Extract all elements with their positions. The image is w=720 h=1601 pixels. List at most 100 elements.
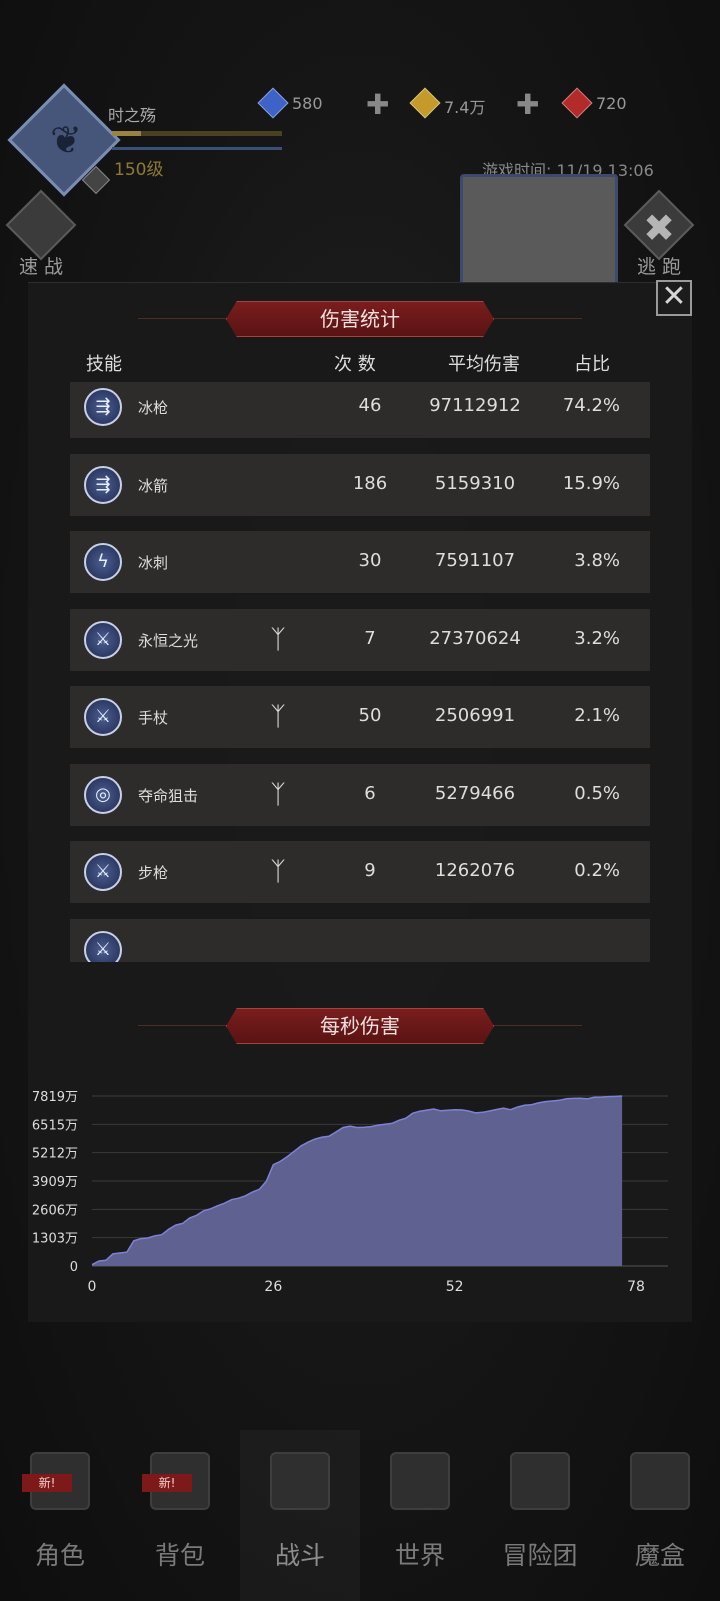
skill-avg-damage: 1262076	[434, 860, 516, 881]
skill-row[interactable]: ⇶ 冰箭 186 5159310 15.9%	[70, 453, 650, 516]
y-tick-label: 5212万	[32, 1147, 78, 1162]
skill-name: 冰枪	[138, 399, 169, 417]
skill-avg-damage: 27370624	[429, 627, 521, 649]
nav-label: 角色	[34, 1541, 85, 1570]
exp-bar-fill	[112, 131, 141, 136]
skill-name: 手杖	[138, 709, 169, 727]
header-skill: 技能	[86, 354, 122, 375]
magic-box-icon	[630, 1452, 690, 1510]
nav-item-magic-box[interactable]: 魔盒	[600, 1430, 720, 1601]
sword-icon	[5, 189, 77, 261]
nav-label: 冒险团	[502, 1541, 578, 1570]
exp-bar	[112, 131, 282, 136]
ice-spear-icon: ⇶	[84, 388, 122, 426]
new-badge: 新!	[142, 1474, 192, 1492]
x-tick-label: 78	[627, 1279, 645, 1295]
target-icon: ◎	[84, 775, 122, 814]
add-blue-gem-button[interactable]: ✚	[366, 88, 389, 121]
y-tick-label: 6515万	[32, 1118, 78, 1133]
y-tick-label: 7819万	[32, 1090, 78, 1105]
dps-title: 每秒伤害	[226, 1008, 494, 1044]
nav-item-world-map[interactable]: 世界	[360, 1430, 480, 1601]
nav-label: 魔盒	[634, 1541, 685, 1570]
dps-chart: 0 1303万 2606万 3909万 5212万 6515万 7819万 0 26 52 78	[32, 1090, 668, 1295]
new-badge: 新!	[22, 1474, 72, 1492]
ice-spike-icon: ϟ	[84, 543, 122, 581]
header-count: 次 数	[334, 354, 376, 375]
bottom-nav: 新! 角色 新! 背包 战斗 世界 冒险团 魔盒	[0, 1430, 720, 1601]
skill-name: 冰箭	[138, 476, 169, 495]
skill-row[interactable]: ⇶ 冰枪 46 97112912 74.2%	[70, 382, 650, 438]
skill-name: 步枪	[138, 864, 169, 882]
skill-row[interactable]: ⚔ 手杖 ᛉ 50 2506991 2.1%	[70, 686, 650, 748]
nav-item-castle[interactable]: 冒险团	[480, 1430, 600, 1601]
add-gold-button[interactable]: ✚	[516, 88, 539, 121]
resource-value: 7.4万	[444, 98, 486, 117]
skill-percentage: 3.8%	[574, 550, 620, 571]
x-tick-label: 26	[264, 1279, 282, 1295]
skill-name: 冰刺	[138, 554, 169, 572]
winged-helm-icon: ᛉ	[270, 624, 286, 655]
skill-row[interactable]: ◎ 夺命狙击 ᛉ 6 5279466 0.5%	[70, 763, 650, 826]
avatar-emblem-icon: ❦	[50, 118, 82, 162]
skill-row[interactable]: ⚔ 步枪 ᛉ 9 1262076 0.2%	[70, 841, 650, 903]
gold-coin-icon	[409, 87, 441, 119]
skill-avg-damage: 7591107	[434, 550, 516, 571]
sword-icon: ⚔	[84, 620, 122, 659]
y-tick-label: 1303万	[32, 1232, 78, 1247]
player-name: 时之殇	[108, 106, 157, 125]
nav-item-character[interactable]: 新! 角色	[0, 1430, 120, 1601]
skill-damage-list[interactable]: ⇶ 冰枪 46 97112912 74.2% ⇶ 冰箭 186 5159310 15.9% ϟ 冰刺 3…	[70, 382, 650, 962]
skill-name: 永恒之光	[138, 631, 199, 650]
blue-gem-icon	[257, 87, 289, 119]
skill-row[interactable]: ⚔ 永恒之光 ᛉ 7 27370624 3.2%	[70, 608, 650, 671]
close-button[interactable]: ✕	[656, 280, 692, 316]
skill-percentage: 0.5%	[574, 782, 620, 804]
player-level: 150级	[114, 160, 164, 180]
skill-percentage: 3.2%	[574, 627, 620, 649]
y-tick-label: 3909万	[32, 1175, 78, 1190]
banner-divider	[138, 1025, 228, 1026]
resource-value: 720	[596, 94, 627, 113]
header-percentage: 占比	[574, 354, 610, 375]
sword-icon: ⚔	[84, 853, 122, 891]
quick-battle-button[interactable]: 速 战	[5, 189, 77, 280]
skill-percentage: 0.2%	[574, 860, 620, 881]
skill-avg-damage: 97112912	[429, 395, 521, 416]
winged-helm-icon: ᛉ	[270, 702, 286, 732]
skill-avg-damage: 5159310	[434, 472, 516, 494]
close-icon: ✕	[661, 279, 687, 314]
red-gem-icon	[561, 87, 593, 119]
skill-avg-damage: 5279466	[434, 782, 516, 804]
ice-arrow-icon: ⇶	[84, 465, 122, 504]
resource-value: 580	[292, 94, 323, 113]
skill-percentage: 15.9%	[562, 472, 620, 494]
top-hud: ❦ 时之殇 150级 580 ✚ 7.4万 ✚ 720 游戏时间: 11/19 …	[0, 0, 720, 290]
sword-icon: ⚔	[84, 930, 122, 962]
x-tick-label: 0	[88, 1279, 97, 1295]
nav-label: 背包	[154, 1541, 205, 1570]
skill-avg-damage: 2506991	[434, 705, 516, 726]
boss-portrait	[460, 174, 618, 284]
nav-label: 世界	[394, 1541, 445, 1570]
y-tick-label: 2606万	[32, 1203, 78, 1218]
banner-divider	[492, 318, 582, 319]
damage-stats-title: 伤害统计	[226, 301, 494, 337]
nav-label: 战斗	[274, 1541, 325, 1570]
y-tick-label: 0	[70, 1260, 78, 1275]
escape-button[interactable]: ✖ 逃 跑	[623, 189, 695, 280]
skill-name: 夺命狙击	[138, 786, 199, 805]
skill-percentage: 2.1%	[574, 705, 620, 726]
sword-icon: ⚔	[84, 698, 122, 736]
skill-row[interactable]: ϟ 冰刺 30 7591107 3.8%	[70, 531, 650, 593]
nav-item-battle-shield[interactable]: 战斗	[240, 1430, 360, 1601]
header-avg-damage: 平均伤害	[448, 354, 520, 375]
battle-shield-icon	[270, 1452, 330, 1510]
nav-item-backpack[interactable]: 新! 背包	[120, 1430, 240, 1601]
banner-divider	[138, 318, 228, 319]
cross-icon: ✖	[643, 206, 675, 250]
skill-row[interactable]: ⚔	[70, 918, 650, 962]
banner-divider	[492, 1025, 582, 1026]
mana-bar	[112, 147, 282, 150]
skill-percentage: 74.2%	[562, 395, 620, 416]
